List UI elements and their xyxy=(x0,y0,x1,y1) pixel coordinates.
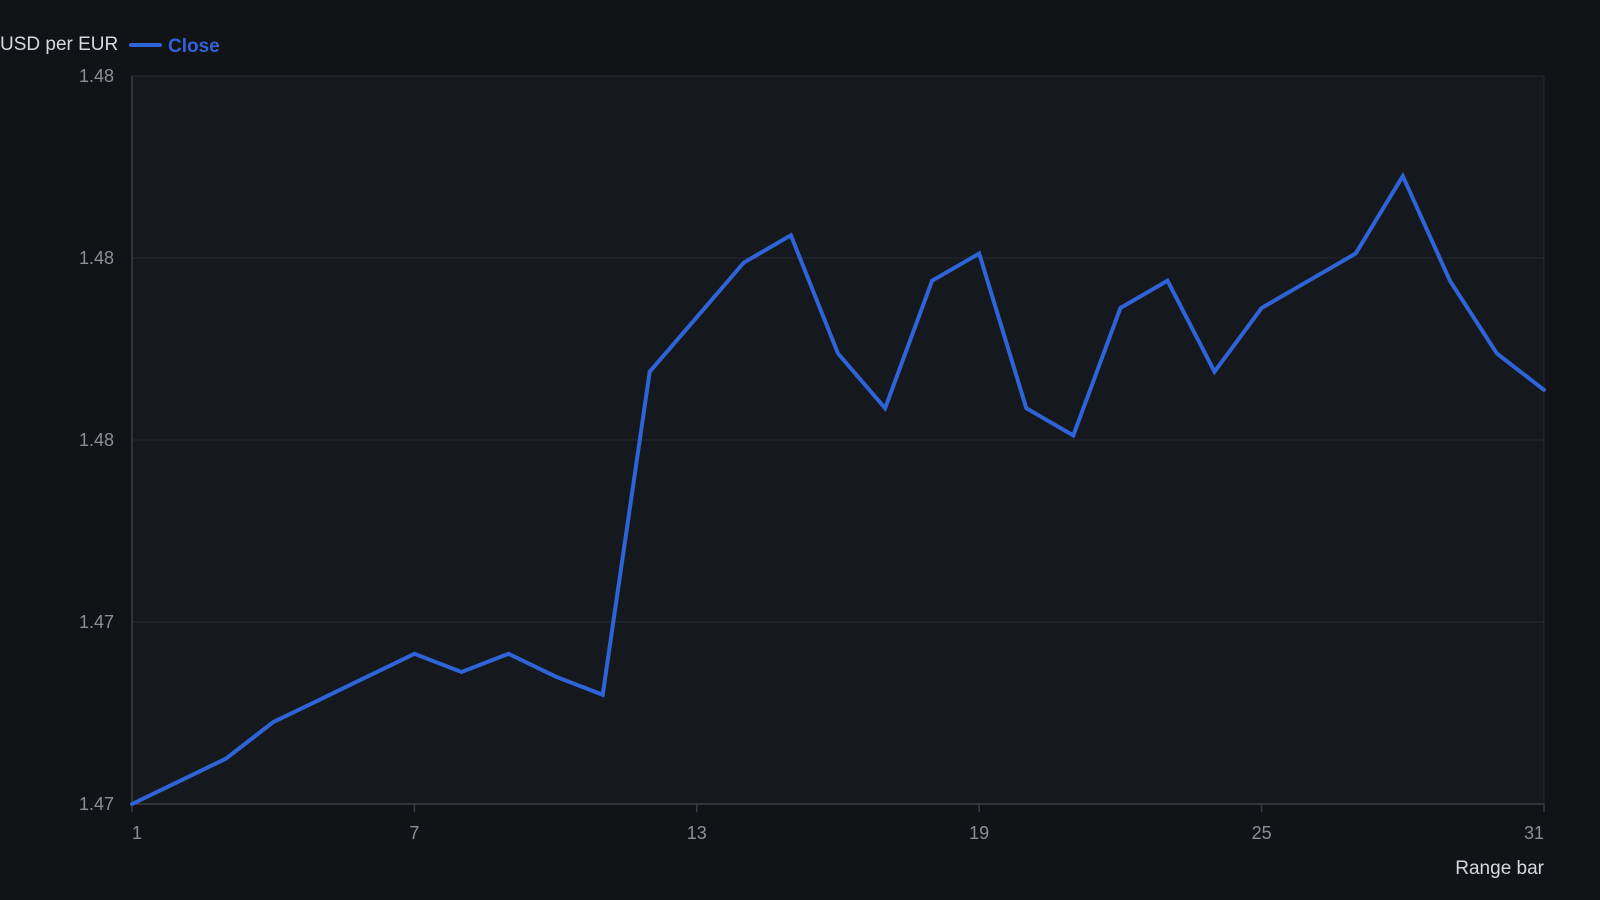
x-tick-label: 19 xyxy=(969,823,989,843)
x-tick-label: 1 xyxy=(132,823,142,843)
y-tick-label: 1.48 xyxy=(79,430,114,450)
x-tick-label: 7 xyxy=(409,823,419,843)
line-chart: 1.47 1.47 1.48 1.48 1.48 1 7 13 19 25 31 USD per … xyxy=(0,0,1600,900)
x-tick-label: 25 xyxy=(1252,823,1272,843)
chart-container: 1.47 1.47 1.48 1.48 1.48 1 7 13 19 25 31 USD per … xyxy=(0,0,1600,900)
y-tick-label: 1.47 xyxy=(79,794,114,814)
y-axis-title: USD per EUR xyxy=(0,34,118,55)
x-tick-label: 13 xyxy=(687,823,707,843)
y-tick-label: 1.48 xyxy=(79,248,114,268)
legend-label-close[interactable]: Close xyxy=(168,36,220,57)
x-axis-title: Range bar xyxy=(1455,858,1544,879)
y-tick-label: 1.47 xyxy=(79,612,114,632)
y-tick-label: 1.48 xyxy=(79,66,114,86)
x-tick-label: 31 xyxy=(1524,823,1544,843)
